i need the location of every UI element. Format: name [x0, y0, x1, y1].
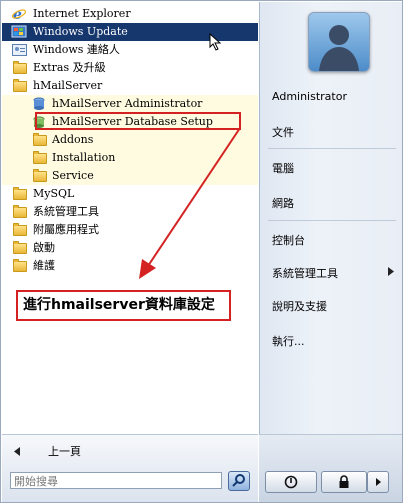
annotation-arrow: [139, 127, 241, 279]
annotation-callout: 進行hmailserver資料庫設定: [16, 290, 231, 321]
